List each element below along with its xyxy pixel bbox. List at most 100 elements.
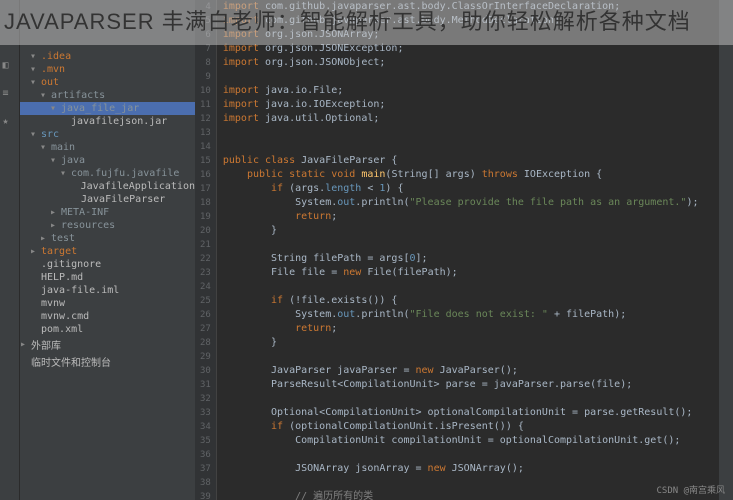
tree-item[interactable]: 临时文件和控制台	[20, 353, 195, 370]
tree-item[interactable]: ▾java_file_jar	[20, 102, 195, 115]
tree-item-label: target	[41, 246, 77, 257]
code-line[interactable]: import java.io.IOException;	[223, 98, 719, 112]
tree-item[interactable]: mvnw.cmd	[20, 310, 195, 323]
line-number: 30	[200, 364, 211, 378]
tree-item-label: JavafileApplication	[81, 181, 195, 192]
tree-arrow-icon[interactable]: ▸	[20, 339, 28, 350]
code-line[interactable]: import org.json.JSONObject;	[223, 56, 719, 70]
tree-arrow-icon[interactable]: ▾	[60, 168, 68, 179]
line-number: 35	[200, 434, 211, 448]
tree-arrow-icon[interactable]: ▾	[50, 103, 58, 114]
code-editor[interactable]: 4567891011121314151617181920212223242526…	[195, 0, 719, 500]
project-tree[interactable]: ▾.idea▾.mvn▾out▾artifacts▾java_file_jarj…	[20, 0, 195, 500]
code-line[interactable]: if (!file.exists()) {	[223, 294, 719, 308]
code-line[interactable]: Optional<CompilationUnit> optionalCompil…	[223, 406, 719, 420]
tree-arrow-icon[interactable]: ▾	[50, 155, 58, 166]
tree-item[interactable]: ▾com.fujfu.javafile	[20, 167, 195, 180]
tree-item-label: pom.xml	[41, 324, 83, 335]
tree-item-label: .idea	[41, 51, 71, 62]
line-number: 15	[200, 154, 211, 168]
tree-item-label: out	[41, 77, 59, 88]
line-number: 29	[200, 350, 211, 364]
tree-item[interactable]: ▾java	[20, 154, 195, 167]
code-line[interactable]	[223, 280, 719, 294]
code-line[interactable]: import java.io.File;	[223, 84, 719, 98]
code-line[interactable]	[223, 476, 719, 490]
code-line[interactable]	[223, 70, 719, 84]
code-line[interactable]: File file = new File(filePath);	[223, 266, 719, 280]
code-line[interactable]: System.out.println("File does not exist:…	[223, 308, 719, 322]
tree-item[interactable]: ▾src	[20, 128, 195, 141]
tree-item[interactable]: ▸target	[20, 245, 195, 258]
line-number: 19	[200, 210, 211, 224]
code-line[interactable]: return;	[223, 322, 719, 336]
tree-arrow-icon[interactable]: ▸	[40, 233, 48, 244]
tree-item[interactable]: ▸resources	[20, 219, 195, 232]
tree-item-label: mvnw.cmd	[41, 311, 89, 322]
line-number: 10	[200, 84, 211, 98]
code-line[interactable]	[223, 392, 719, 406]
code-line[interactable]	[223, 126, 719, 140]
code-line[interactable]: JSONArray jsonArray = new JSONArray();	[223, 462, 719, 476]
tree-item[interactable]: .gitignore	[20, 258, 195, 271]
tree-item[interactable]: ▸test	[20, 232, 195, 245]
code-line[interactable]	[223, 140, 719, 154]
tree-item[interactable]: ▾.mvn	[20, 63, 195, 76]
tree-item[interactable]: ▾out	[20, 76, 195, 89]
code-line[interactable]	[223, 448, 719, 462]
tree-item-label: java_file_jar	[61, 103, 139, 114]
project-tool-icon[interactable]: ◧	[3, 60, 17, 74]
code-line[interactable]: }	[223, 336, 719, 350]
tree-item[interactable]: ▸外部库	[20, 336, 195, 353]
line-number: 9	[200, 70, 211, 84]
tree-item[interactable]: ▾main	[20, 141, 195, 154]
bookmarks-tool-icon[interactable]: ★	[3, 116, 17, 130]
tree-item-label: java	[61, 155, 85, 166]
line-number: 26	[200, 308, 211, 322]
code-line[interactable]: }	[223, 224, 719, 238]
code-area[interactable]: import com.github.javaparser.ast.body.Cl…	[217, 0, 719, 500]
tree-arrow-icon[interactable]: ▸	[30, 246, 38, 257]
tree-arrow-icon[interactable]: ▾	[30, 77, 38, 88]
code-line[interactable]	[223, 350, 719, 364]
code-line[interactable]: if (args.length < 1) {	[223, 182, 719, 196]
tree-item[interactable]: HELP.md	[20, 271, 195, 284]
line-number: 14	[200, 140, 211, 154]
tree-item-label: HELP.md	[41, 272, 83, 283]
tree-item[interactable]: mvnw	[20, 297, 195, 310]
tree-arrow-icon[interactable]: ▾	[30, 51, 38, 62]
line-number: 37	[200, 462, 211, 476]
tree-arrow-icon[interactable]: ▾	[30, 129, 38, 140]
structure-tool-icon[interactable]: ≡	[3, 88, 17, 102]
tree-item-label: .mvn	[41, 64, 65, 75]
code-line[interactable]: // 遍历所有的类	[223, 490, 719, 500]
tree-arrow-icon[interactable]: ▾	[40, 90, 48, 101]
code-line[interactable]: String filePath = args[0];	[223, 252, 719, 266]
code-line[interactable]: ParseResult<CompilationUnit> parse = jav…	[223, 378, 719, 392]
line-number: 18	[200, 196, 211, 210]
tree-arrow-icon[interactable]: ▸	[50, 207, 58, 218]
tree-item[interactable]: ▾artifacts	[20, 89, 195, 102]
tree-arrow-icon[interactable]: ▸	[50, 220, 58, 231]
tree-item[interactable]: ▾.idea	[20, 50, 195, 63]
tree-item[interactable]: JavafileApplication	[20, 180, 195, 193]
tree-item-label: resources	[61, 220, 115, 231]
tree-item[interactable]: java-file.iml	[20, 284, 195, 297]
code-line[interactable]: System.out.println("Please provide the f…	[223, 196, 719, 210]
code-line[interactable]	[223, 238, 719, 252]
code-line[interactable]: public class JavaFileParser {	[223, 154, 719, 168]
tree-item[interactable]: ▸META-INF	[20, 206, 195, 219]
code-line[interactable]: if (optionalCompilationUnit.isPresent())…	[223, 420, 719, 434]
tree-arrow-icon[interactable]: ▾	[40, 142, 48, 153]
tree-item-label: artifacts	[51, 90, 105, 101]
tree-item[interactable]: javafilejson.jar	[20, 115, 195, 128]
code-line[interactable]: return;	[223, 210, 719, 224]
tree-arrow-icon[interactable]: ▾	[30, 64, 38, 75]
tree-item[interactable]: JavaFileParser	[20, 193, 195, 206]
code-line[interactable]: CompilationUnit compilationUnit = option…	[223, 434, 719, 448]
code-line[interactable]: public static void main(String[] args) t…	[223, 168, 719, 182]
tree-item[interactable]: pom.xml	[20, 323, 195, 336]
code-line[interactable]: import java.util.Optional;	[223, 112, 719, 126]
tree-item-label: 外部库	[31, 337, 61, 352]
code-line[interactable]: JavaParser javaParser = new JavaParser()…	[223, 364, 719, 378]
